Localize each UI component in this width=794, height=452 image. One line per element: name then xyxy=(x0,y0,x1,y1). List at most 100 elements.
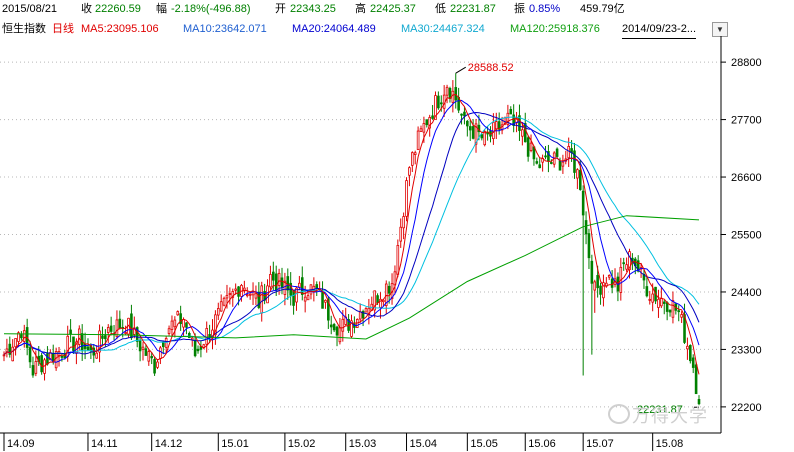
candle-body xyxy=(468,126,472,131)
x-tick-label: 15.07 xyxy=(586,438,614,450)
candle-body xyxy=(596,274,599,289)
candle-body xyxy=(167,328,171,334)
candle-body xyxy=(526,137,530,157)
candle-body xyxy=(558,160,562,171)
candle-body xyxy=(95,352,98,359)
high-annotation-leader xyxy=(455,66,467,74)
candle-body xyxy=(686,345,689,350)
candle-body xyxy=(280,277,284,289)
candle-body xyxy=(439,102,443,105)
candle-body xyxy=(248,293,252,296)
candle-body xyxy=(332,324,336,331)
candle-body xyxy=(451,90,455,103)
grid-lines xyxy=(0,61,721,408)
candle-body xyxy=(170,320,174,330)
candlestick-chart[interactable]: 28800 27700 26600 25500 24400 23300 22200 14.09… xyxy=(0,0,794,452)
candle-body xyxy=(445,86,449,96)
candle-body xyxy=(494,121,498,130)
candle-body xyxy=(138,340,142,352)
candle-body xyxy=(277,272,281,286)
candle-body xyxy=(329,324,333,328)
candle-body xyxy=(550,162,553,164)
candle-body xyxy=(463,111,466,117)
candle-body xyxy=(408,167,411,176)
candle-body xyxy=(413,152,417,155)
candle-body xyxy=(14,338,17,348)
candle-body xyxy=(118,318,122,329)
candle-body xyxy=(651,293,654,303)
candle-body xyxy=(437,95,440,109)
candle-body xyxy=(225,294,229,299)
candle-body xyxy=(460,113,463,116)
candle-body xyxy=(396,245,400,275)
y-tick-label: 25500 xyxy=(731,230,762,242)
candle-body xyxy=(185,322,188,328)
candle-body xyxy=(141,346,145,350)
candle-body xyxy=(46,353,49,365)
candle-body xyxy=(234,288,237,291)
candle-body xyxy=(269,274,272,288)
candle-body xyxy=(454,87,458,101)
y-tick-label: 27700 xyxy=(731,115,762,127)
candle-body xyxy=(216,308,220,316)
x-tick-label: 15.08 xyxy=(656,438,684,450)
candle-body xyxy=(298,282,301,288)
candle-body xyxy=(286,276,290,291)
candle-body xyxy=(567,146,570,159)
candle-body xyxy=(622,262,626,265)
candle-body xyxy=(555,148,559,157)
candle-body xyxy=(425,119,429,126)
candle-body xyxy=(581,190,585,216)
candle-body xyxy=(11,346,14,362)
candle-body xyxy=(671,300,675,318)
candles xyxy=(2,73,701,406)
candle-body xyxy=(590,260,594,284)
x-tick-label: 15.04 xyxy=(410,438,438,450)
candle-body xyxy=(324,299,327,303)
candle-body xyxy=(173,319,177,328)
candle-body xyxy=(150,356,153,359)
candle-body xyxy=(83,343,87,349)
candle-body xyxy=(521,129,524,137)
candle-body xyxy=(147,351,151,362)
y-tick-label: 28800 xyxy=(731,57,762,69)
candle-body xyxy=(576,169,579,179)
axis-ticks: 28800 27700 26600 25500 24400 23300 22200 14.09… xyxy=(3,57,762,451)
candle-body xyxy=(523,123,527,143)
candle-body xyxy=(72,336,75,352)
candle-body xyxy=(196,348,200,352)
candle-body xyxy=(338,327,342,343)
candle-body xyxy=(657,298,660,308)
candle-body xyxy=(466,120,469,127)
candle-body xyxy=(40,355,43,373)
candle-body xyxy=(492,121,495,140)
candle-body xyxy=(538,164,542,169)
candle-body xyxy=(335,326,339,336)
candle-body xyxy=(2,354,6,357)
candle-body xyxy=(28,347,32,363)
candle-body xyxy=(680,314,683,318)
candle-body xyxy=(176,311,180,316)
candle-body xyxy=(416,130,420,150)
candle-body xyxy=(382,299,385,303)
candle-body xyxy=(584,220,588,235)
candle-body xyxy=(358,311,362,320)
candle-body xyxy=(144,348,148,356)
candle-body xyxy=(303,296,307,302)
candle-body xyxy=(34,361,38,374)
candle-body xyxy=(694,364,698,395)
candle-body xyxy=(272,271,275,281)
candle-body xyxy=(130,313,133,339)
candle-body xyxy=(22,330,26,342)
candle-body xyxy=(245,294,249,297)
candle-body xyxy=(115,319,119,338)
candle-body xyxy=(306,295,310,301)
candle-body xyxy=(593,281,597,291)
candle-body xyxy=(159,347,162,359)
candle-body xyxy=(341,318,345,332)
x-tick-label: 15.03 xyxy=(349,438,377,450)
candle-body xyxy=(364,308,368,313)
candle-body xyxy=(376,295,379,303)
y-tick-label: 26600 xyxy=(731,172,762,184)
candle-body xyxy=(222,297,226,306)
